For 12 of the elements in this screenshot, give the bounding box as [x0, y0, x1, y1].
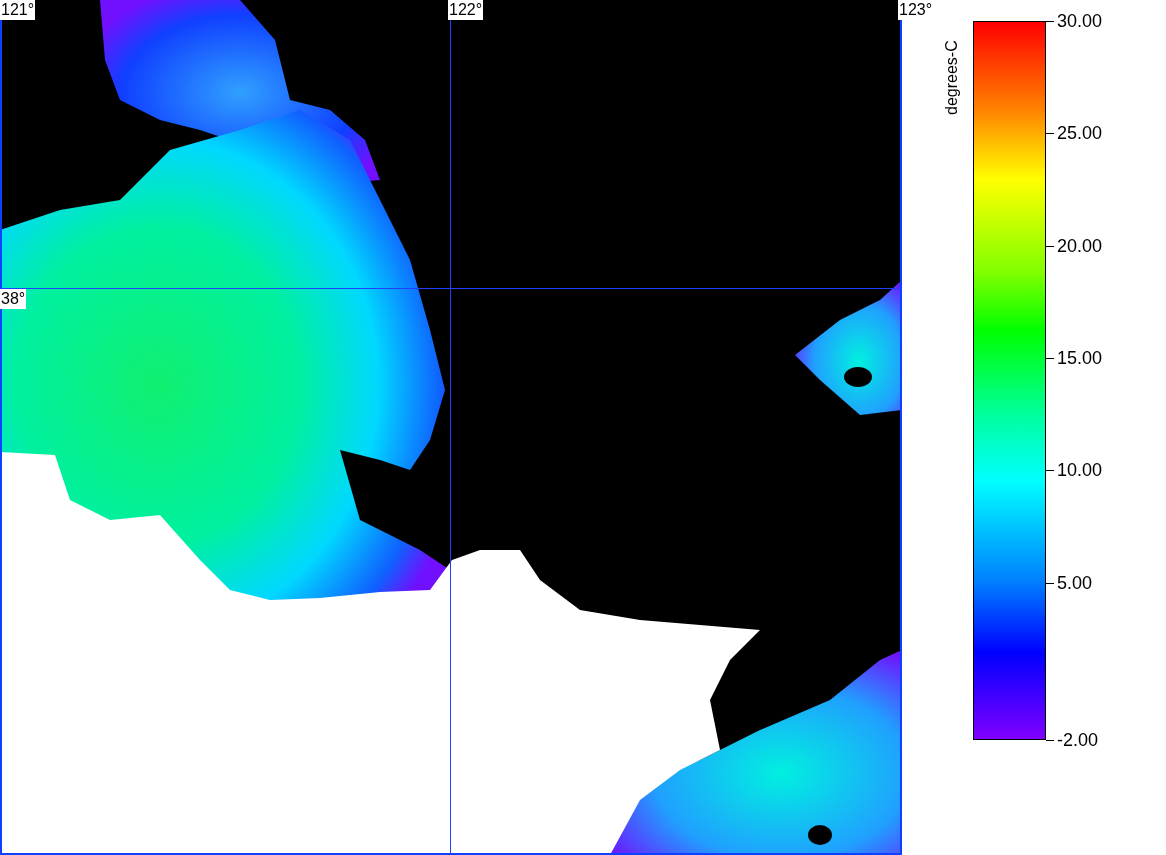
longitude-label: 121° — [0, 0, 36, 20]
colorbar-tick-label: 25.00 — [1057, 123, 1103, 144]
colorbar-tick-label: 5.00 — [1057, 572, 1093, 593]
colorbar-tick-label: -2.00 — [1057, 730, 1099, 750]
longitude-label: 123° — [898, 0, 934, 20]
colorbar-tick-label: 10.00 — [1057, 460, 1103, 481]
latitude-label: 38° — [0, 289, 27, 309]
longitude-label: 122° — [448, 0, 484, 20]
colorbar-tick-label: 20.00 — [1057, 235, 1103, 256]
colorbar-tick-label: 30.00 — [1057, 11, 1103, 31]
colorbar-title: degrees-C — [942, 40, 961, 115]
colorbar-tick-label: 15.00 — [1057, 348, 1103, 369]
